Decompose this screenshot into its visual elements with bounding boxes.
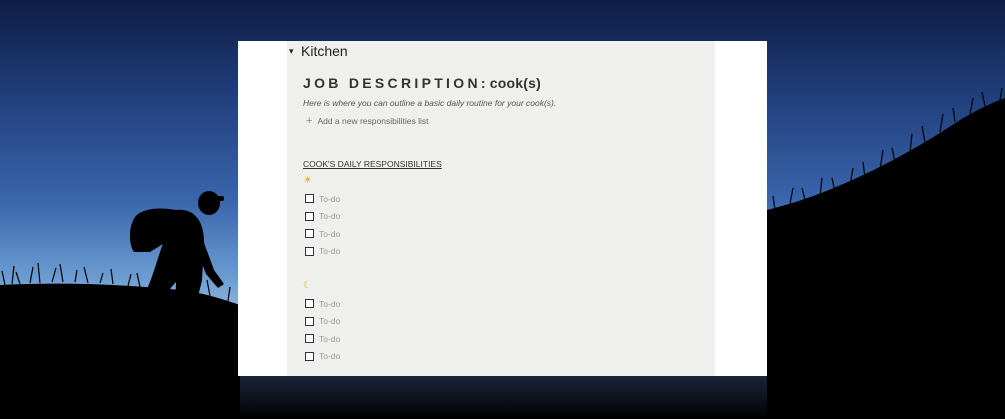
todo-label[interactable]: To-do <box>319 334 340 344</box>
section-title: COOK'S DAILY RESPONSIBILITIES <box>303 159 442 169</box>
todo-item: To-do <box>305 190 340 208</box>
todo-item: To-do <box>305 243 340 261</box>
todo-item: To-do <box>305 348 340 366</box>
todo-item: To-do <box>305 225 340 243</box>
evening-todo-list: To-do To-do To-do To-do <box>305 295 340 365</box>
intro-text: Here is where you can outline a basic da… <box>303 98 557 108</box>
page-content: ▾ Kitchen JOB DESCRIPTION: cook(s) Here … <box>287 41 715 376</box>
todo-checkbox[interactable] <box>305 351 314 361</box>
todo-checkbox[interactable] <box>305 246 314 256</box>
todo-checkbox[interactable] <box>305 316 314 326</box>
todo-label[interactable]: To-do <box>319 211 340 221</box>
morning-todo-list: To-do To-do To-do To-do <box>305 190 340 260</box>
todo-checkbox[interactable] <box>305 194 314 204</box>
page-title: JOB DESCRIPTION: cook(s) <box>303 75 541 91</box>
todo-checkbox[interactable] <box>305 211 314 221</box>
todo-label[interactable]: To-do <box>319 246 340 256</box>
todo-label[interactable]: To-do <box>319 194 340 204</box>
todo-checkbox[interactable] <box>305 229 314 239</box>
add-list-label[interactable]: Add a new responsibilities list <box>317 116 428 126</box>
kitchen-toggle[interactable]: ▾ Kitchen <box>289 43 348 59</box>
triangle-down-icon[interactable]: ▾ <box>289 46 301 57</box>
todo-item: To-do <box>305 208 340 226</box>
page-title-main: JOB DESCRIPTION <box>303 75 481 91</box>
todo-checkbox[interactable] <box>305 334 314 344</box>
moon-icon: ☾ <box>303 280 312 291</box>
page-title-suffix: : cook(s) <box>480 75 541 91</box>
plus-icon[interactable]: + <box>306 115 312 127</box>
sun-icon: ☀ <box>303 175 312 186</box>
add-responsibilities-list-button[interactable]: + Add a new responsibilities list <box>303 115 428 127</box>
todo-label[interactable]: To-do <box>319 299 340 309</box>
todo-item: To-do <box>305 313 340 331</box>
todo-label[interactable]: To-do <box>319 316 340 326</box>
todo-item: To-do <box>305 295 340 313</box>
todo-label[interactable]: To-do <box>319 229 340 239</box>
todo-checkbox[interactable] <box>305 299 314 309</box>
notion-page-window: ▾ Kitchen JOB DESCRIPTION: cook(s) Here … <box>238 41 767 376</box>
todo-item: To-do <box>305 330 340 348</box>
todo-label[interactable]: To-do <box>319 351 340 361</box>
toggle-title: Kitchen <box>301 43 348 59</box>
